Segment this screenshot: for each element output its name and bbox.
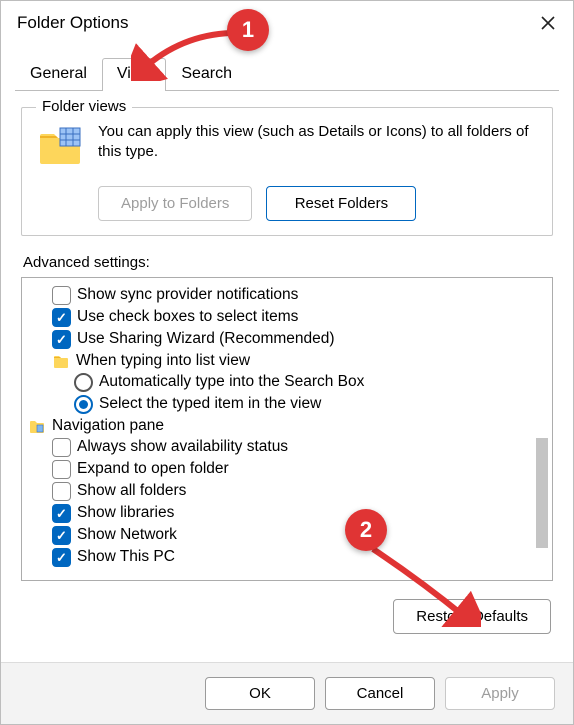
checkbox-icon[interactable]: [52, 504, 71, 523]
tree-item-label: Show Network: [77, 526, 177, 544]
checkbox-icon[interactable]: [52, 482, 71, 501]
folder-views-group: Folder views You can apply this view (su…: [21, 107, 553, 236]
checkbox-icon[interactable]: [52, 286, 71, 305]
tree-item[interactable]: Show sync provider notifications: [30, 284, 544, 306]
tree-item-label: Navigation pane: [52, 417, 164, 435]
close-icon[interactable]: [537, 12, 559, 34]
folder-views-desc: You can apply this view (such as Details…: [98, 122, 538, 163]
checkbox-icon[interactable]: [52, 548, 71, 567]
tree-item[interactable]: Show This PC: [30, 546, 544, 568]
folder-options-dialog: Folder Options General View Search Folde…: [0, 0, 574, 725]
window-title: Folder Options: [17, 13, 129, 33]
checkbox-icon[interactable]: [52, 308, 71, 327]
tree-item[interactable]: Show libraries: [30, 502, 544, 524]
tree-item-label: When typing into list view: [76, 352, 250, 370]
tree-item[interactable]: Automatically type into the Search Box: [30, 371, 544, 393]
annotation-bubble-1: 1: [227, 9, 269, 51]
tree-item[interactable]: Expand to open folder: [30, 458, 544, 480]
reset-folders-button[interactable]: Reset Folders: [266, 186, 416, 221]
tree-item-label: Show libraries: [77, 504, 174, 522]
tree-item-label: Show all folders: [77, 482, 186, 500]
checkbox-icon[interactable]: [52, 460, 71, 479]
folder-views-legend: Folder views: [36, 98, 132, 115]
tree-item[interactable]: Navigation pane: [22, 415, 544, 436]
tab-strip: General View Search: [1, 45, 573, 90]
checkbox-icon[interactable]: [52, 438, 71, 457]
tab-search[interactable]: Search: [166, 58, 247, 91]
tree-item-label: Show sync provider notifications: [77, 286, 298, 304]
tab-view[interactable]: View: [102, 58, 166, 91]
cancel-button[interactable]: Cancel: [325, 677, 435, 710]
tab-general[interactable]: General: [15, 58, 102, 91]
tree-item-label: Always show availability status: [77, 438, 288, 456]
tree-item-label: Show This PC: [77, 548, 175, 566]
restore-defaults-button[interactable]: Restore Defaults: [393, 599, 551, 634]
ok-button[interactable]: OK: [205, 677, 315, 710]
title-bar: Folder Options: [1, 1, 573, 45]
checkbox-icon[interactable]: [52, 526, 71, 545]
tree-item[interactable]: Show Network: [30, 524, 544, 546]
tree-item[interactable]: Use check boxes to select items: [30, 306, 544, 328]
checkbox-icon[interactable]: [52, 330, 71, 349]
tree-item-label: Use Sharing Wizard (Recommended): [77, 330, 335, 348]
tree-item-label: Automatically type into the Search Box: [99, 373, 364, 391]
tree-item[interactable]: Always show availability status: [30, 436, 544, 458]
dialog-footer: OK Cancel Apply: [1, 662, 573, 724]
advanced-settings-tree[interactable]: Show sync provider notifications Use chec…: [21, 277, 553, 581]
apply-button: Apply: [445, 677, 555, 710]
apply-to-folders-button: Apply to Folders: [98, 186, 252, 221]
tree-item[interactable]: Show all folders: [30, 480, 544, 502]
radio-icon[interactable]: [74, 395, 93, 414]
scrollbar-thumb[interactable]: [536, 438, 548, 548]
radio-icon[interactable]: [74, 373, 93, 392]
tree-item-label: Use check boxes to select items: [77, 308, 298, 326]
tree-item[interactable]: Use Sharing Wizard (Recommended): [30, 328, 544, 350]
advanced-settings-label: Advanced settings:: [23, 254, 553, 271]
annotation-bubble-2: 2: [345, 509, 387, 551]
tree-item-label: Expand to open folder: [77, 460, 229, 478]
tree-item[interactable]: When typing into list view: [30, 350, 544, 371]
tree-item-label: Select the typed item in the view: [99, 395, 321, 413]
tree-item[interactable]: Select the typed item in the view: [30, 393, 544, 415]
folder-icon: [36, 122, 84, 170]
